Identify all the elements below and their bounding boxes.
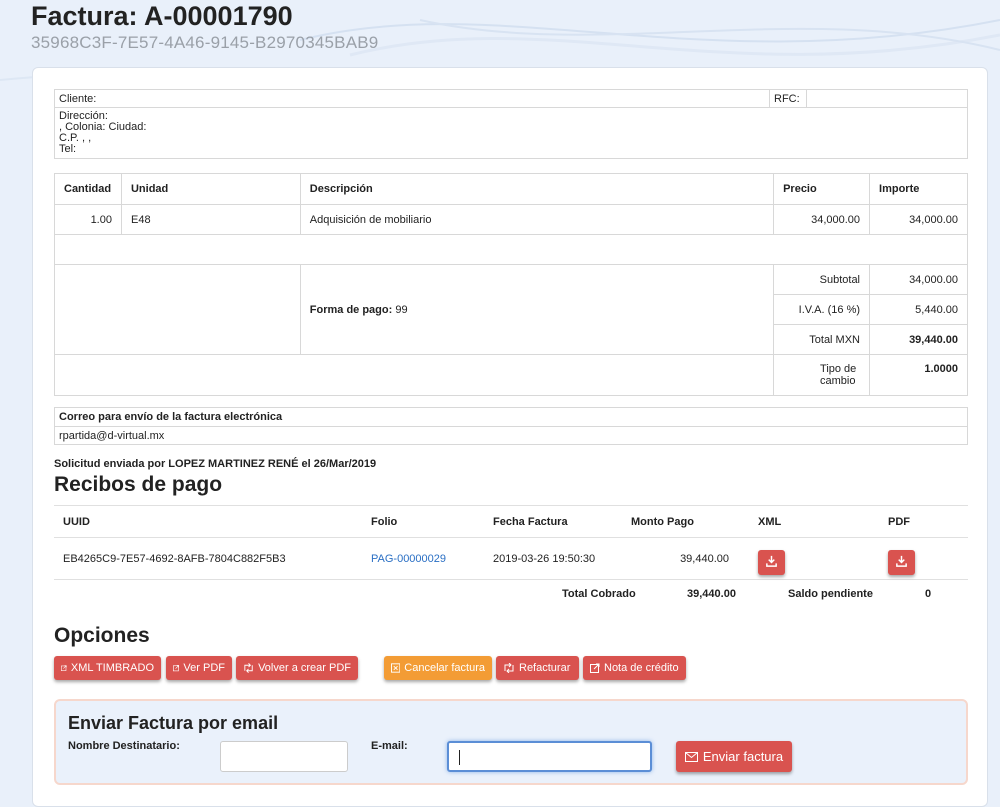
close-square-icon <box>391 663 401 673</box>
totals-row: Forma de pago: 99 Subtotal 34,000.00 <box>54 264 968 355</box>
refacturar-button[interactable]: Refacturar <box>496 656 579 680</box>
tipo-cambio-row: Tipo de cambio 1.0000 <box>53 354 968 396</box>
col-pdf: PDF <box>879 505 968 538</box>
spacer-row <box>54 234 968 265</box>
item-descripcion: Adquisición de mobiliario <box>299 204 775 235</box>
recibo-uuid: EB4265C9-7E57-4692-8AFB-7804C882F5B3 <box>54 537 362 580</box>
items-header-row: Cantidad Unidad Descripción Precio Impor… <box>54 173 968 205</box>
subtotal-label: Subtotal <box>773 264 871 295</box>
download-icon <box>766 555 777 567</box>
tipo-cambio-value: 1.0000 <box>869 354 968 396</box>
xml-timbrado-button[interactable]: XML TIMBRADO <box>54 656 161 680</box>
item-cantidad: 1.00 <box>54 204 122 235</box>
client-label: Cliente: <box>59 93 97 105</box>
send-email-box: Enviar Factura por email Nombre Destinat… <box>54 699 968 785</box>
invoice-items-table: Cantidad Unidad Descripción Precio Impor… <box>53 173 968 396</box>
cancelar-factura-button[interactable]: Cancelar factura <box>384 656 492 680</box>
address-line: Tel: <box>59 143 77 155</box>
iva-label: I.V.A. (16 %) <box>773 294 871 325</box>
external-link-icon <box>590 663 600 673</box>
pdf-download-button[interactable] <box>888 550 915 575</box>
email-label: E-mail: <box>371 740 408 752</box>
forma-pago-label: Forma de pago: <box>309 303 393 316</box>
solicitud-text: Solicitud enviada por LOPEZ MARTINEZ REN… <box>54 458 377 470</box>
address-line: , Colonia: Ciudad: <box>59 121 147 133</box>
item-unidad: E48 <box>120 204 301 235</box>
col-unidad: Unidad <box>120 173 301 205</box>
email-input[interactable] <box>447 741 652 772</box>
nota-credito-button[interactable]: Nota de crédito <box>583 656 686 680</box>
page-title: Factura: A-00001790 <box>31 1 293 31</box>
total-value: 39,440.00 <box>869 324 968 355</box>
col-cantidad: Cantidad <box>54 173 122 205</box>
nombre-input[interactable] <box>220 741 348 772</box>
forma-pago-cell: Forma de pago: 99 <box>299 264 775 355</box>
retweet-icon <box>244 663 253 673</box>
external-link-icon <box>173 665 180 672</box>
page-header: Factura: A-00001790 35968C3F-7E57-4A46-9… <box>31 0 378 53</box>
col-folio: Folio <box>362 505 484 538</box>
col-descripcion: Descripción <box>299 173 775 205</box>
text-caret <box>459 750 460 765</box>
table-row: 1.00 E48 Adquisición de mobiliario 34,00… <box>54 204 968 235</box>
enviar-factura-button[interactable]: Enviar factura <box>676 741 792 772</box>
col-importe: Importe <box>869 173 968 205</box>
envelope-icon <box>684 751 698 762</box>
email-info-box: Correo para envío de la factura electrón… <box>54 407 968 445</box>
recibo-folio-link[interactable]: PAG-00000029 <box>371 553 446 565</box>
external-link-icon <box>61 665 67 671</box>
tipo-cambio-label: Tipo de cambio <box>773 354 871 396</box>
ver-pdf-button[interactable]: Ver PDF <box>166 656 232 680</box>
subtotal-value: 34,000.00 <box>869 264 968 295</box>
send-email-title: Enviar Factura por email <box>68 713 279 733</box>
forma-pago-value: 99 <box>395 303 408 316</box>
col-monto: Monto Pago <box>622 505 749 538</box>
xml-download-button[interactable] <box>758 550 785 575</box>
invoice-panel: Cliente: RFC: Dirección: , Colonia: Ciud… <box>32 67 988 807</box>
client-address: Dirección: , Colonia: Ciudad: C.P. , , T… <box>55 108 967 158</box>
col-precio: Precio <box>773 173 871 205</box>
opciones-title: Opciones <box>54 624 150 647</box>
address-line: C.P. , , <box>59 132 92 144</box>
item-precio: 34,000.00 <box>773 204 871 235</box>
recibos-title: Recibos de pago <box>54 473 223 496</box>
address-line: Dirección: <box>59 110 108 122</box>
col-xml: XML <box>749 505 879 538</box>
recibos-table: UUID Folio Fecha Factura Monto Pago XML … <box>54 505 968 580</box>
invoice-uuid: 35968C3F-7E57-4A46-9145-B2970345BAB9 <box>31 33 379 52</box>
recibo-fecha: 2019-03-26 19:50:30 <box>484 537 622 580</box>
total-cobrado-value: 39,440.00 <box>687 588 736 600</box>
item-importe: 34,000.00 <box>869 204 968 235</box>
email-info-value: rpartida@d-virtual.mx <box>59 430 165 442</box>
col-uuid: UUID <box>54 505 362 538</box>
iva-value: 5,440.00 <box>869 294 968 325</box>
download-icon <box>896 555 907 567</box>
total-cobrado-label: Total Cobrado <box>562 588 636 600</box>
saldo-value: 0 <box>925 588 932 600</box>
recibo-monto: 39,440.00 <box>622 537 749 580</box>
retweet-icon <box>504 663 514 673</box>
table-row: EB4265C9-7E57-4692-8AFB-7804C882F5B3 PAG… <box>54 537 968 580</box>
rfc-label: RFC: <box>774 93 800 105</box>
saldo-label: Saldo pendiente <box>788 588 873 600</box>
total-label: Total MXN <box>773 324 871 355</box>
volver-crear-pdf-button[interactable]: Volver a crear PDF <box>236 656 358 680</box>
email-info-title: Correo para envío de la factura electrón… <box>55 408 967 427</box>
nombre-label: Nombre Destinatario: <box>68 740 180 752</box>
client-info-box: Cliente: RFC: Dirección: , Colonia: Ciud… <box>54 89 968 159</box>
recibos-header-row: UUID Folio Fecha Factura Monto Pago XML … <box>54 505 968 538</box>
col-fecha: Fecha Factura <box>484 505 622 538</box>
